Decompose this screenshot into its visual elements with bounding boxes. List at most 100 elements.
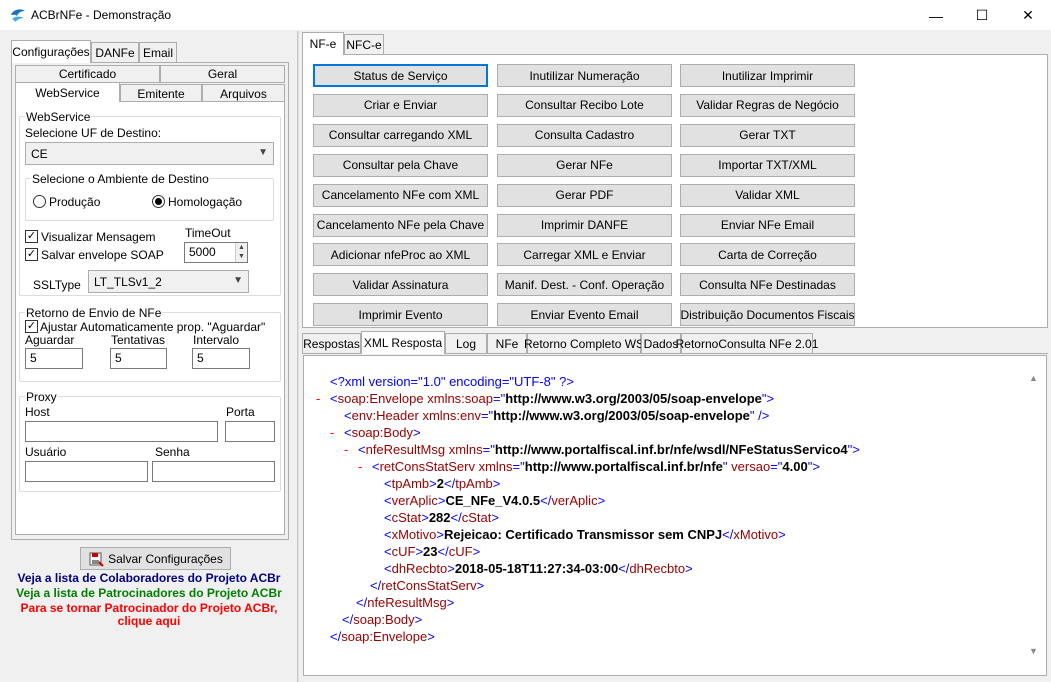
nfe-action-button[interactable]: Consultar pela Chave [313, 153, 488, 177]
ssltype-label: SSLType [33, 278, 81, 292]
porta-input[interactable] [225, 421, 275, 442]
nfe-action-button[interactable]: Enviar Evento Email [497, 303, 672, 327]
host-input[interactable] [25, 421, 218, 442]
retorno-group-title: Retorno de Envio de NFe [25, 306, 163, 320]
tab-nfe[interactable]: NF-e [302, 32, 344, 55]
nfe-action-button[interactable]: Carta de Correção [680, 243, 855, 267]
patrocinador-link-2[interactable]: clique aqui [0, 614, 298, 628]
aguardar-label: Aguardar [25, 333, 75, 347]
response-tab[interactable]: XML Resposta [361, 331, 445, 354]
response-tab[interactable]: Respostas [302, 333, 361, 354]
nfe-action-button[interactable]: Consulta NFe Destinadas [680, 273, 855, 297]
chevron-down-icon: ▼ [233, 275, 243, 286]
nfe-action-button[interactable]: Adicionar nfeProc ao XML [313, 243, 488, 267]
maximize-button[interactable]: ☐ [959, 0, 1005, 31]
nfe-action-button[interactable]: Validar Assinatura [313, 273, 488, 297]
nfe-action-button[interactable]: Gerar PDF [497, 183, 672, 207]
ambiente-title: Selecione o Ambiente de Destino [31, 172, 210, 186]
aguardar-input[interactable]: 5 [25, 348, 83, 369]
collapse-toggle[interactable]: - [330, 425, 334, 440]
nfe-action-button[interactable]: Imprimir DANFE [497, 213, 672, 237]
collapse-toggle[interactable]: - [358, 459, 362, 474]
subtab-emitente[interactable]: Emitente [120, 84, 202, 102]
xml-response-viewer[interactable]: ▲ ▼ <?xml version="1.0" encoding="UTF-8"… [303, 355, 1047, 676]
app-icon [11, 9, 25, 22]
nfe-action-button[interactable]: Cancelamento NFe com XML [313, 183, 488, 207]
nfe-action-button[interactable]: Carregar XML e Enviar [497, 243, 672, 267]
tab-email[interactable]: Email [139, 42, 177, 63]
webservice-group-title: WebService [25, 110, 92, 124]
xml-line: </retConsStatServ> [370, 578, 485, 593]
collapse-toggle[interactable]: - [344, 442, 348, 457]
uf-select[interactable]: CE ▼ [25, 142, 274, 165]
nfe-action-button[interactable]: Consultar Recibo Lote [497, 93, 672, 117]
tab-nfce[interactable]: NFC-e [344, 34, 384, 55]
patrocinadores-link[interactable]: Veja a lista de Patrocinadores do Projet… [0, 586, 298, 600]
senha-label: Senha [155, 445, 190, 459]
tab-danfe[interactable]: DANFe [91, 42, 139, 63]
salvar-envelope-checkbox[interactable]: ✓ [25, 248, 38, 261]
subtab-geral[interactable]: Geral [160, 65, 285, 83]
response-tab[interactable]: Log [445, 333, 487, 354]
scroll-down-arrow[interactable]: ▼ [1029, 646, 1038, 656]
timeout-label: TimeOut [185, 226, 231, 240]
subtab-certificado[interactable]: Certificado [15, 65, 160, 83]
xml-line: </soap:Envelope> [330, 629, 435, 644]
nfe-action-button[interactable]: Enviar NFe Email [680, 213, 855, 237]
nfe-action-button[interactable]: Status de Serviço [313, 64, 488, 87]
producao-label: Produção [49, 195, 101, 209]
subtab-webservice[interactable]: WebService [15, 82, 120, 102]
homologacao-radio[interactable] [152, 195, 165, 208]
usuario-input[interactable] [25, 461, 148, 482]
nfe-action-button[interactable]: Importar TXT/XML [680, 153, 855, 177]
nfe-action-button[interactable]: Validar XML [680, 183, 855, 207]
uf-label: Selecione UF de Destino: [25, 126, 162, 140]
nfe-action-button[interactable]: Gerar NFe [497, 153, 672, 177]
timeout-spinner[interactable]: ▲ ▼ [235, 243, 247, 262]
save-icon [89, 552, 104, 567]
splitter[interactable] [297, 31, 299, 682]
nfe-action-button[interactable]: Consultar carregando XML [313, 123, 488, 147]
ajustar-checkbox[interactable]: ✓ [25, 320, 38, 333]
uf-value: CE [31, 146, 48, 161]
nfe-action-button[interactable]: Validar Regras de Negócio [680, 93, 855, 117]
tentativas-label: Tentativas [111, 333, 166, 347]
close-button[interactable]: ✕ [1005, 0, 1051, 31]
tab-configuracoes[interactable]: Configurações [11, 40, 91, 63]
visualizar-checkbox[interactable]: ✓ [25, 230, 38, 243]
ssltype-value: LT_TLSv1_2 [94, 274, 162, 289]
xml-line: <xMotivo>Rejeicao: Certificado Transmiss… [384, 527, 786, 542]
timeout-value: 5000 [189, 245, 216, 259]
nfe-action-button[interactable]: Cancelamento NFe pela Chave [313, 213, 488, 237]
xml-line: </nfeResultMsg> [356, 595, 455, 610]
collapse-toggle[interactable]: - [316, 391, 320, 406]
tentativas-input[interactable]: 5 [110, 348, 167, 369]
nfe-action-button[interactable]: Imprimir Evento [313, 303, 488, 327]
window-title: ACBrNFe - Demonstração [31, 8, 172, 22]
nfe-action-button[interactable]: Distribuição Documentos Fiscais [680, 303, 855, 327]
producao-radio[interactable] [33, 195, 46, 208]
senha-input[interactable] [152, 461, 275, 482]
intervalo-label: Intervalo [193, 333, 240, 347]
xml-line: <env:Header xmlns:env="http://www.w3.org… [344, 408, 770, 423]
porta-label: Porta [226, 405, 255, 419]
xml-line: <dhRecbto>2018-05-18T11:27:34-03:00</dhR… [384, 561, 693, 576]
nfe-action-button[interactable]: Inutilizar Numeração [497, 64, 672, 87]
response-tab[interactable]: Retorno Completo WS [524, 333, 644, 354]
nfe-action-button[interactable]: Manif. Dest. - Conf. Operação [497, 273, 672, 297]
response-tab[interactable]: NFe [487, 333, 527, 354]
response-tab[interactable]: RetornoConsulta NFe 2.01 [676, 333, 818, 354]
save-config-label: Salvar Configurações [108, 551, 223, 566]
scroll-up-arrow[interactable]: ▲ [1029, 373, 1038, 383]
nfe-action-button[interactable]: Inutilizar Imprimir [680, 64, 855, 87]
patrocinador-link-1[interactable]: Para se tornar Patrocinador do Projeto A… [0, 601, 298, 615]
nfe-action-button[interactable]: Consulta Cadastro [497, 123, 672, 147]
colaboradores-link[interactable]: Veja a lista de Colaboradores do Projeto… [0, 571, 298, 585]
intervalo-input[interactable]: 5 [192, 348, 250, 369]
nfe-action-button[interactable]: Criar e Enviar [313, 93, 488, 117]
save-config-button[interactable]: Salvar Configurações [80, 547, 231, 570]
subtab-arquivos[interactable]: Arquivos [202, 84, 285, 102]
ssltype-select[interactable]: LT_TLSv1_2 ▼ [88, 270, 249, 293]
nfe-action-button[interactable]: Gerar TXT [680, 123, 855, 147]
minimize-button[interactable]: — [913, 0, 959, 31]
